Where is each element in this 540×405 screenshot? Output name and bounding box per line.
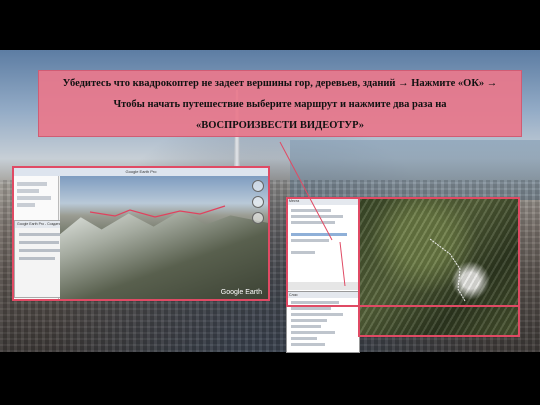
annotation-arrows [279, 141, 346, 287]
arrow-to-play [339, 241, 346, 287]
arrow-to-places [279, 141, 333, 241]
